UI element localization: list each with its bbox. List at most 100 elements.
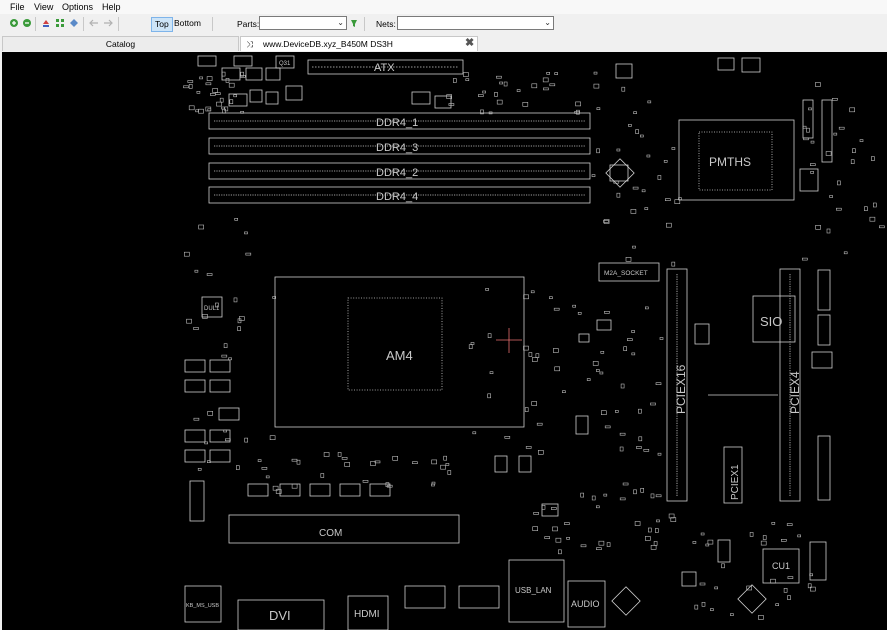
chevron-down-icon: ⌄ bbox=[544, 18, 551, 27]
component-pad bbox=[228, 82, 235, 88]
component-pad bbox=[833, 132, 838, 136]
component-pad bbox=[528, 352, 533, 357]
component-pad bbox=[809, 163, 816, 166]
chipset-label: PMTHS bbox=[709, 155, 751, 169]
fit-icon[interactable] bbox=[55, 18, 65, 28]
tab-catalog[interactable]: Catalog bbox=[2, 36, 239, 51]
component-pad bbox=[619, 446, 624, 452]
component-pad bbox=[465, 78, 470, 82]
component-pad bbox=[628, 124, 632, 127]
component-pad bbox=[541, 504, 546, 510]
cursor-crosshair bbox=[496, 328, 522, 353]
component-pad bbox=[600, 410, 607, 416]
component-pad bbox=[472, 431, 477, 435]
component-pad bbox=[236, 465, 240, 470]
component-pad bbox=[631, 330, 635, 333]
menu-view[interactable]: View bbox=[34, 2, 53, 12]
component-pad bbox=[204, 441, 208, 445]
top-side-button[interactable]: Top bbox=[151, 17, 173, 32]
menu-help[interactable]: Help bbox=[102, 2, 121, 12]
component-pad bbox=[762, 535, 767, 540]
flip-icon[interactable] bbox=[69, 18, 79, 28]
tab-boardview[interactable]: ⤨ www.DeviceDB.xyz_B450M DS3H V2_1.01_Bo… bbox=[240, 36, 478, 63]
component-pad bbox=[193, 417, 200, 421]
component-pad bbox=[550, 507, 557, 510]
component-pad bbox=[489, 371, 494, 375]
parts-combo[interactable]: ⌄ bbox=[259, 16, 347, 30]
component-pad bbox=[291, 483, 298, 489]
component-pad bbox=[544, 536, 551, 539]
component-pad bbox=[643, 448, 650, 452]
component-pad bbox=[591, 495, 596, 501]
component-pad bbox=[808, 107, 812, 111]
component-pad bbox=[440, 464, 446, 470]
close-icon[interactable]: ✖ bbox=[465, 36, 474, 50]
component-pad bbox=[636, 446, 642, 449]
chevron-down-icon: ⌄ bbox=[337, 18, 344, 27]
component-pad bbox=[849, 107, 856, 113]
component-pad bbox=[193, 327, 199, 330]
component-pad bbox=[783, 587, 788, 593]
component-pad bbox=[215, 92, 221, 95]
rotate-icon[interactable] bbox=[41, 18, 51, 28]
com-label: COM bbox=[319, 528, 342, 539]
component-pad bbox=[244, 437, 248, 443]
com-header bbox=[189, 480, 205, 522]
search-part-icon[interactable] bbox=[349, 18, 359, 28]
component-pad bbox=[810, 140, 815, 144]
sio-label: SIO bbox=[760, 314, 782, 329]
back-icon[interactable] bbox=[89, 18, 99, 28]
component-pad bbox=[653, 541, 658, 546]
component-pad bbox=[206, 76, 213, 81]
component-pad bbox=[525, 446, 532, 449]
component-pad bbox=[554, 72, 559, 75]
ddr4-3-label: DDR4_3 bbox=[376, 142, 418, 154]
pin-icon[interactable]: ⤨ bbox=[246, 37, 253, 51]
component-pad bbox=[195, 109, 199, 113]
component-pad bbox=[604, 310, 610, 314]
component-pad bbox=[337, 452, 342, 457]
component-pad bbox=[245, 252, 252, 256]
menu-options[interactable]: Options bbox=[62, 2, 93, 12]
component-pad bbox=[188, 84, 193, 89]
component-pad bbox=[630, 209, 637, 214]
nets-combo[interactable]: ⌄ bbox=[397, 16, 554, 30]
component-pad bbox=[614, 410, 619, 413]
bottom-side-button[interactable]: Bottom bbox=[171, 17, 204, 30]
component-pad bbox=[655, 382, 662, 386]
zoom-in-icon[interactable] bbox=[9, 18, 19, 28]
component-pad bbox=[199, 76, 203, 80]
component-pad bbox=[572, 304, 577, 308]
component-pad bbox=[223, 429, 227, 433]
component-pad bbox=[640, 487, 645, 493]
pciex1-label: PCIEX1 bbox=[730, 464, 741, 500]
component-pad bbox=[620, 383, 625, 389]
component-pad bbox=[549, 83, 556, 87]
component-pad bbox=[522, 101, 529, 107]
component-pad bbox=[616, 192, 621, 198]
dvi-label: DVI bbox=[269, 608, 291, 623]
component-pad bbox=[760, 540, 767, 546]
board-canvas[interactable]: ATX DDR4_1 DDR4_3 DDR4_2 DDR4_4 PMTHS M2… bbox=[2, 52, 887, 630]
zoom-out-icon[interactable] bbox=[22, 18, 32, 28]
component-pad bbox=[596, 547, 602, 551]
parts-label: Parts: bbox=[237, 19, 260, 29]
component-pad bbox=[815, 225, 821, 230]
component-pad bbox=[638, 408, 642, 414]
component-pad bbox=[787, 595, 791, 600]
component-pad bbox=[647, 100, 652, 104]
component-pad bbox=[802, 125, 807, 129]
component-pad bbox=[869, 216, 876, 222]
component-pad bbox=[595, 505, 600, 509]
component-pad bbox=[600, 350, 605, 354]
component-pad bbox=[815, 82, 821, 87]
forward-icon[interactable] bbox=[103, 18, 113, 28]
component-pad bbox=[184, 251, 190, 257]
component-pad bbox=[692, 541, 697, 544]
component-pad bbox=[205, 82, 212, 86]
component-pad bbox=[631, 352, 636, 356]
component-pad bbox=[202, 313, 208, 319]
component-pad bbox=[269, 435, 276, 441]
menu-file[interactable]: File bbox=[10, 2, 25, 12]
component-pad bbox=[644, 207, 649, 210]
